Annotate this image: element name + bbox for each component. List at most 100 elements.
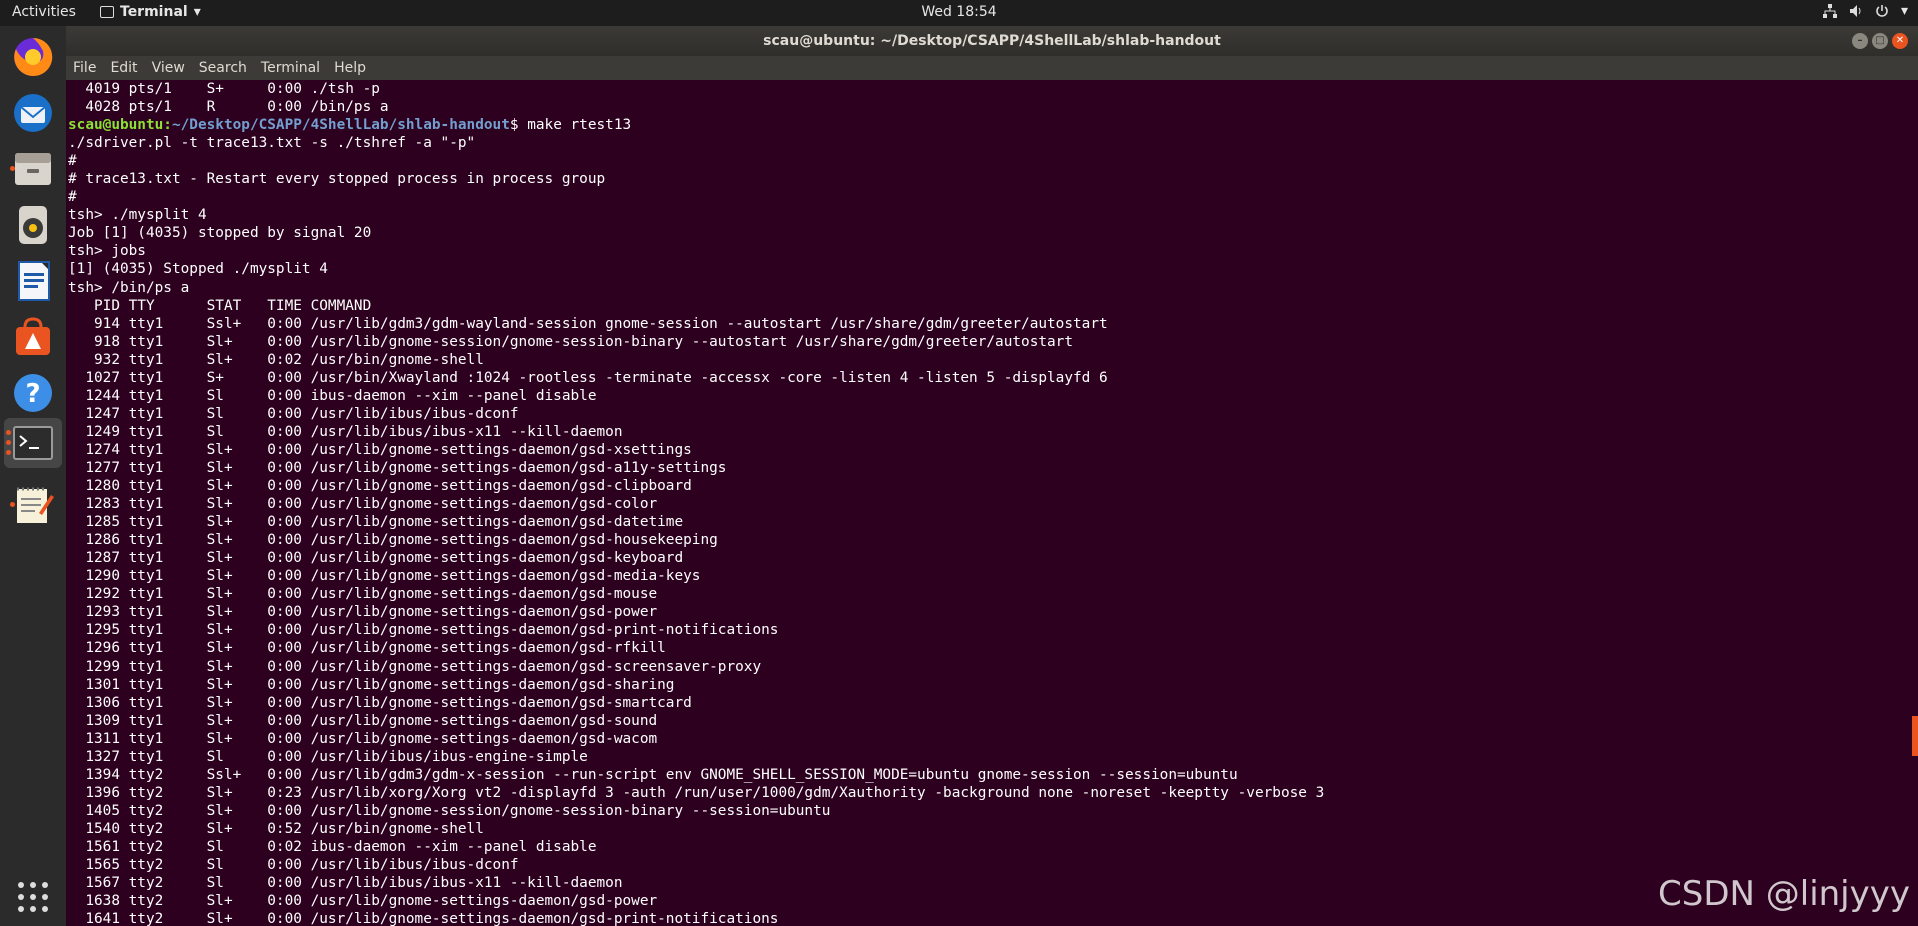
dock-item-help[interactable]: ? xyxy=(8,368,58,418)
dock-item-show-apps[interactable] xyxy=(8,872,58,922)
terminal-line: 918 tty1 Sl+ 0:00 /usr/lib/gnome-session… xyxy=(68,333,1074,350)
terminal-line: 932 tty1 Sl+ 0:02 /usr/bin/gnome-shell xyxy=(68,351,484,368)
volume-icon xyxy=(1849,5,1861,17)
terminal-line: 1306 tty1 Sl+ 0:00 /usr/lib/gnome-settin… xyxy=(68,694,692,711)
dock-item-files[interactable] xyxy=(8,144,58,194)
clock[interactable]: Wed 18:54 xyxy=(921,4,996,20)
terminal-line: 1309 tty1 Sl+ 0:00 /usr/lib/gnome-settin… xyxy=(68,712,658,729)
running-indicator xyxy=(6,450,11,455)
running-indicator xyxy=(10,502,15,507)
terminal-icon xyxy=(13,426,53,460)
terminal-line: 1396 tty2 Sl+ 0:23 /usr/lib/xorg/Xorg vt… xyxy=(68,784,1325,801)
terminal-icon xyxy=(100,6,114,18)
terminal-line: ./sdriver.pl -t trace13.txt -s ./tshref … xyxy=(68,135,476,152)
network-icon xyxy=(1822,4,1837,18)
prompt-path: ~/Desktop/CSAPP/4ShellLab/shlab-handout xyxy=(171,117,510,134)
terminal-output[interactable]: 4019 pts/1 S+ 0:00 ./tsh -p 4028 pts/1 R… xyxy=(66,80,1918,926)
terminal-line: 1293 tty1 Sl+ 0:00 /usr/lib/gnome-settin… xyxy=(68,604,658,621)
chevron-down-icon: ▾ xyxy=(1900,3,1908,19)
running-indicator xyxy=(6,430,11,435)
chevron-down-icon: ▾ xyxy=(193,4,201,20)
terminal-line: 1638 tty2 Sl+ 0:00 /usr/lib/gnome-settin… xyxy=(68,893,658,910)
dock-item-software[interactable] xyxy=(8,312,58,362)
menu-terminal[interactable]: Terminal xyxy=(254,60,327,76)
terminal-line: 1277 tty1 Sl+ 0:00 /usr/lib/gnome-settin… xyxy=(68,459,727,476)
terminal-line: # xyxy=(68,153,77,170)
dock-item-firefox[interactable] xyxy=(8,32,58,82)
terminal-line: 1394 tty2 Ssl+ 0:00 /usr/lib/gdm3/gdm-x-… xyxy=(68,766,1238,783)
app-menu-label: Terminal xyxy=(120,4,188,20)
dock: ? xyxy=(0,26,66,926)
terminal-line: 1296 tty1 Sl+ 0:00 /usr/lib/gnome-settin… xyxy=(68,640,666,657)
dock-item-thunderbird[interactable] xyxy=(8,88,58,138)
window-titlebar[interactable]: scau@ubuntu: ~/Desktop/CSAPP/4ShellLab/s… xyxy=(66,26,1918,56)
terminal-line: 1274 tty1 Sl+ 0:00 /usr/lib/gnome-settin… xyxy=(68,441,692,458)
dock-item-text-editor[interactable] xyxy=(8,480,58,530)
terminal-line: 1641 tty2 Sl+ 0:00 /usr/lib/gnome-settin… xyxy=(68,911,779,926)
minimize-button[interactable]: – xyxy=(1852,33,1868,49)
terminal-line: 1299 tty1 Sl+ 0:00 /usr/lib/gnome-settin… xyxy=(68,658,762,675)
terminal-line: PID TTY STAT TIME COMMAND xyxy=(68,297,372,314)
terminal-line: 1295 tty1 Sl+ 0:00 /usr/lib/gnome-settin… xyxy=(68,622,779,639)
terminal-line: # trace13.txt - Restart every stopped pr… xyxy=(68,171,606,188)
terminal-line: Job [1] (4035) stopped by signal 20 xyxy=(68,225,372,242)
running-indicator xyxy=(6,440,11,445)
svg-text:?: ? xyxy=(25,379,40,409)
menu-file[interactable]: File xyxy=(66,60,103,76)
terminal-line: 1247 tty1 Sl 0:00 /usr/lib/ibus/ibus-dco… xyxy=(68,405,519,422)
terminal-line: 1285 tty1 Sl+ 0:00 /usr/lib/gnome-settin… xyxy=(68,514,684,531)
running-indicator xyxy=(10,166,15,171)
menu-help[interactable]: Help xyxy=(327,60,373,76)
system-tray[interactable]: ▾ xyxy=(1822,3,1908,19)
terminal-line: 1286 tty1 Sl+ 0:00 /usr/lib/gnome-settin… xyxy=(68,532,718,549)
terminal-line: 1540 tty2 Sl+ 0:52 /usr/bin/gnome-shell xyxy=(68,820,484,837)
libreoffice-writer-icon xyxy=(18,261,50,301)
prompt-user: scau@ubuntu: xyxy=(68,117,172,134)
menu-edit[interactable]: Edit xyxy=(103,60,144,76)
menu-bar: File Edit View Search Terminal Help xyxy=(66,56,1918,80)
terminal-window: scau@ubuntu: ~/Desktop/CSAPP/4ShellLab/s… xyxy=(66,26,1918,926)
terminal-line: 1280 tty1 Sl+ 0:00 /usr/lib/gnome-settin… xyxy=(68,478,692,495)
rhythmbox-icon xyxy=(19,206,47,244)
terminal-line: 1311 tty1 Sl+ 0:00 /usr/lib/gnome-settin… xyxy=(68,730,658,747)
dock-item-rhythmbox[interactable] xyxy=(8,200,58,250)
files-icon xyxy=(15,153,51,185)
power-icon xyxy=(1876,5,1888,17)
text-editor-icon xyxy=(17,487,54,523)
activities-button[interactable]: Activities xyxy=(12,4,76,20)
prompt-command: $ make rtest13 xyxy=(509,117,632,134)
terminal-line: 914 tty1 Ssl+ 0:00 /usr/lib/gdm3/gdm-way… xyxy=(68,315,1108,332)
terminal-line: 1027 tty1 S+ 0:00 /usr/bin/Xwayland :102… xyxy=(68,369,1108,386)
window-title: scau@ubuntu: ~/Desktop/CSAPP/4ShellLab/s… xyxy=(763,33,1221,49)
close-button[interactable]: ✕ xyxy=(1892,33,1908,49)
terminal-line: 1567 tty2 Sl 0:00 /usr/lib/ibus/ibus-x11… xyxy=(68,875,623,892)
terminal-line: [1] (4035) Stopped ./mysplit 4 xyxy=(68,261,328,278)
firefox-icon xyxy=(14,37,53,76)
maximize-button[interactable]: □ xyxy=(1872,33,1888,49)
terminal-line: tsh> /bin/ps a xyxy=(68,279,190,296)
terminal-line: 1292 tty1 Sl+ 0:00 /usr/lib/gnome-settin… xyxy=(68,586,658,603)
show-applications-icon xyxy=(18,882,48,912)
terminal-line: 4019 pts/1 S+ 0:00 ./tsh -p xyxy=(68,81,380,97)
menu-search[interactable]: Search xyxy=(192,60,254,76)
terminal-line: 4028 pts/1 R 0:00 /bin/ps a xyxy=(68,99,389,116)
terminal-line: 1283 tty1 Sl+ 0:00 /usr/lib/gnome-settin… xyxy=(68,496,658,513)
app-menu[interactable]: Terminal ▾ xyxy=(100,4,201,20)
terminal-line: 1290 tty1 Sl+ 0:00 /usr/lib/gnome-settin… xyxy=(68,568,701,585)
watermark: CSDN @linjyyy xyxy=(1658,874,1910,914)
terminal-line: 1327 tty1 Sl 0:00 /usr/lib/ibus/ibus-eng… xyxy=(68,748,588,765)
terminal-line: 1565 tty2 Sl 0:00 /usr/lib/ibus/ibus-dco… xyxy=(68,857,519,874)
thunderbird-icon xyxy=(14,94,52,132)
dock-item-terminal[interactable] xyxy=(4,418,62,468)
scrollbar-thumb[interactable] xyxy=(1912,716,1918,756)
software-center-icon xyxy=(16,317,50,355)
terminal-lines: 4019 pts/1 S+ 0:00 ./tsh -p 4028 pts/1 R… xyxy=(66,80,1918,926)
terminal-line: scau@ubuntu:~/Desktop/CSAPP/4ShellLab/sh… xyxy=(68,116,1918,134)
menu-view[interactable]: View xyxy=(145,60,192,76)
terminal-line: tsh> ./mysplit 4 xyxy=(68,207,207,224)
dock-item-writer[interactable] xyxy=(8,256,58,306)
terminal-line: tsh> jobs xyxy=(68,243,146,260)
terminal-line: 1301 tty1 Sl+ 0:00 /usr/lib/gnome-settin… xyxy=(68,676,675,693)
top-bar: Activities Terminal ▾ Wed 18:54 ▾ xyxy=(0,0,1918,26)
terminal-line: 1287 tty1 Sl+ 0:00 /usr/lib/gnome-settin… xyxy=(68,550,684,567)
